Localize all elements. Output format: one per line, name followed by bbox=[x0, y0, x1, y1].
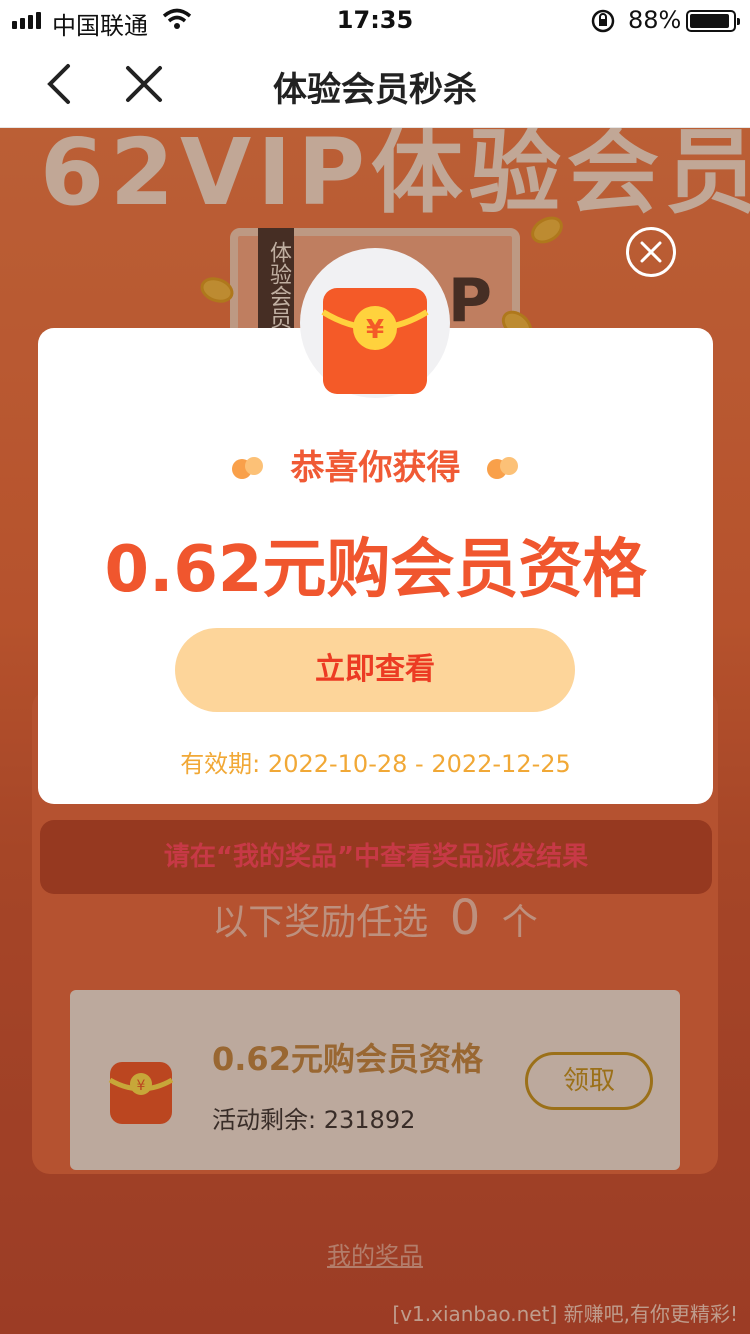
congrats-text: 恭喜你获得 bbox=[290, 448, 461, 488]
battery-percent: 88% bbox=[628, 6, 682, 34]
status-bar: 中国联通 17:35 88% bbox=[0, 0, 750, 40]
rotation-lock-icon bbox=[590, 8, 616, 40]
congrats-line: 恭喜你获得 bbox=[38, 440, 713, 490]
orange-dots-icon bbox=[486, 450, 520, 490]
view-now-button[interactable]: 立即查看 bbox=[175, 628, 575, 712]
svg-text:¥: ¥ bbox=[366, 315, 384, 345]
close-circle-icon[interactable] bbox=[626, 227, 676, 277]
validity-label: 有效期: bbox=[180, 750, 261, 778]
validity-period: 有效期: 2022-10-28 - 2022-12-25 bbox=[38, 744, 713, 779]
red-envelope-avatar: ¥ bbox=[300, 248, 450, 398]
battery-icon bbox=[686, 10, 740, 32]
red-envelope-icon: ¥ bbox=[321, 286, 429, 400]
validity-range: 2022-10-28 - 2022-12-25 bbox=[267, 750, 571, 778]
page-title: 体验会员秒杀 bbox=[273, 70, 477, 110]
nav-bar: 体验会员秒杀 bbox=[0, 40, 750, 128]
prize-title: 0.62元购会员资格 bbox=[104, 533, 647, 607]
orange-dots-icon bbox=[231, 450, 265, 490]
